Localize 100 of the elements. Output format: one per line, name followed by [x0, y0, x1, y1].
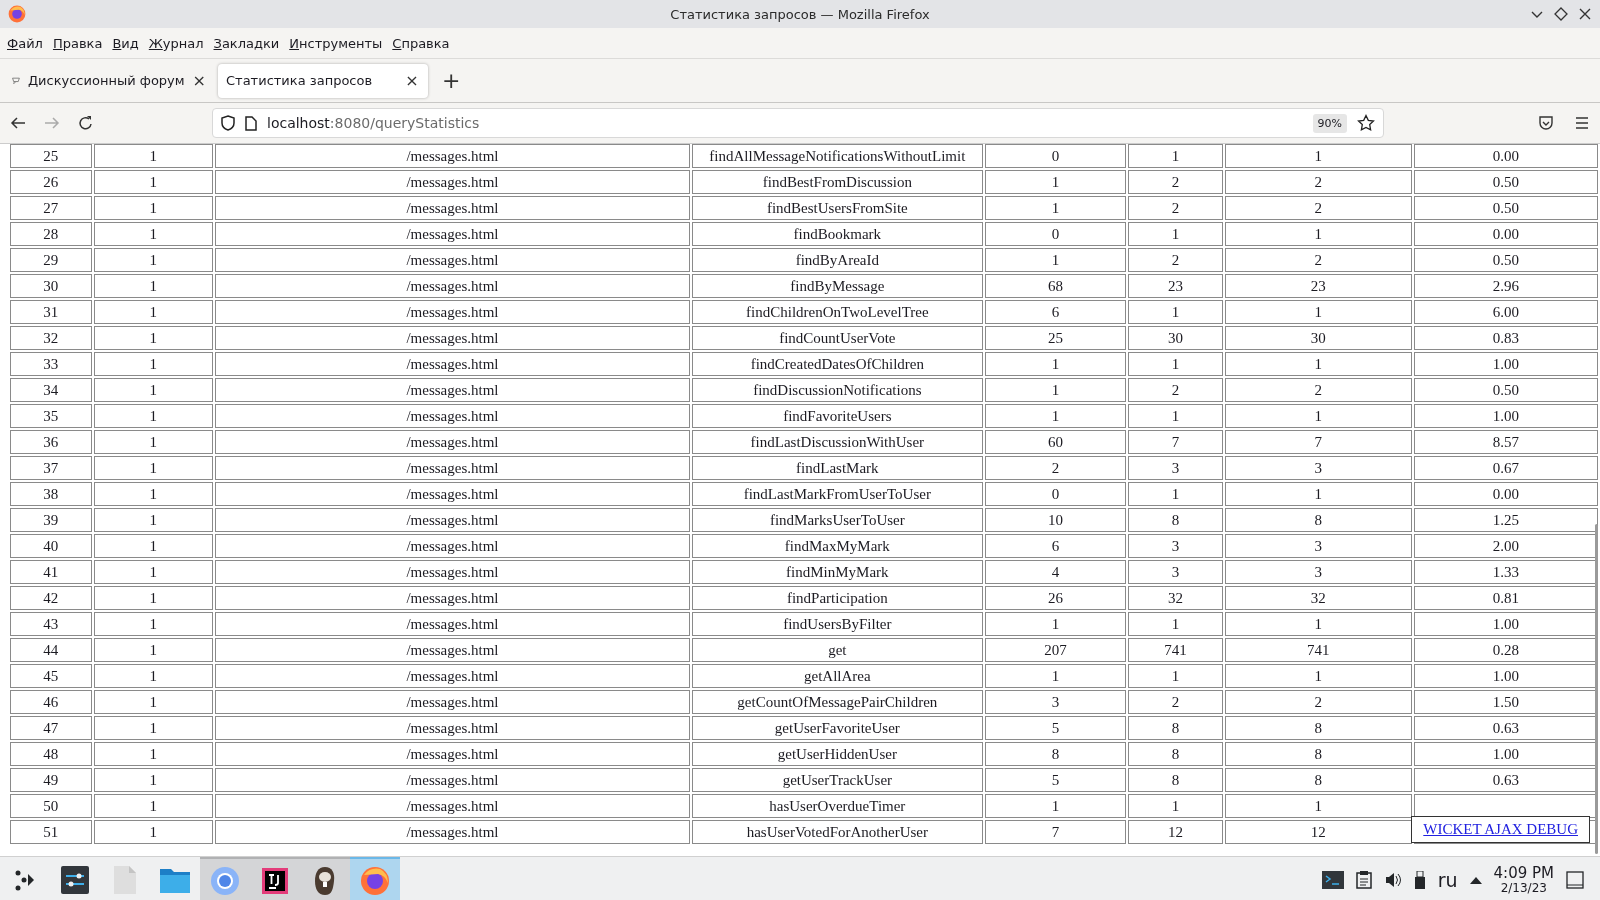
- table-cell: 1: [1224, 404, 1412, 428]
- table-cell: 5: [984, 716, 1127, 740]
- browser-tab[interactable]: Дискуссионный форум ×: [4, 63, 214, 98]
- table-cell: 0.63: [1413, 768, 1598, 792]
- table-cell: 1: [93, 352, 214, 376]
- table-cell: findDiscussionNotifications: [691, 378, 983, 402]
- table-cell: 29: [10, 248, 92, 272]
- table-cell: 3: [1128, 534, 1223, 558]
- table-cell: 1: [1224, 300, 1412, 324]
- table-cell: /messages.html: [215, 326, 690, 350]
- table-cell: 1: [1128, 794, 1223, 818]
- menu-item[interactable]: Справка: [387, 35, 455, 51]
- browser-icon[interactable]: [210, 866, 240, 896]
- table-cell: 1: [1128, 612, 1223, 636]
- table-cell: getAllArea: [691, 664, 983, 688]
- table-cell: /messages.html: [215, 430, 690, 454]
- table-cell: 7: [1224, 430, 1412, 454]
- table-cell: /messages.html: [215, 638, 690, 662]
- folder-icon[interactable]: [160, 867, 190, 893]
- table-cell: 1: [93, 664, 214, 688]
- table-cell: /messages.html: [215, 534, 690, 558]
- table-cell: 1: [1128, 664, 1223, 688]
- table-cell: findAllMessageNotificationsWithoutLimit: [691, 144, 983, 168]
- menu-item[interactable]: Файл: [2, 35, 48, 51]
- table-cell: /messages.html: [215, 664, 690, 688]
- zoom-level[interactable]: 90%: [1312, 113, 1347, 133]
- terminal-icon[interactable]: [1321, 871, 1344, 889]
- table-cell: 6.00: [1413, 300, 1598, 324]
- close-tab-button[interactable]: ×: [404, 71, 420, 90]
- shield-icon[interactable]: [221, 115, 235, 131]
- table-cell: /messages.html: [215, 586, 690, 610]
- ide-icon[interactable]: [262, 868, 288, 894]
- table-cell: 1.00: [1413, 612, 1598, 636]
- reload-icon[interactable]: [78, 115, 94, 131]
- table-cell: 31: [10, 300, 92, 324]
- table-cell: findByAreaId: [691, 248, 983, 272]
- table-cell: 1: [93, 586, 214, 610]
- close-tab-button[interactable]: ×: [192, 71, 206, 90]
- scrollbar[interactable]: [1595, 524, 1598, 854]
- table-cell: 28: [10, 222, 92, 246]
- maximize-icon[interactable]: [1554, 7, 1568, 21]
- table-cell: 2.00: [1413, 534, 1598, 558]
- taskbar-button[interactable]: [300, 857, 350, 900]
- new-tab-button[interactable]: +: [432, 68, 471, 93]
- menu-item[interactable]: Журнал: [143, 35, 209, 51]
- table-cell: 1: [93, 404, 214, 428]
- table-cell: 1: [93, 638, 214, 662]
- settings-icon[interactable]: [61, 866, 89, 894]
- table-cell: 4: [984, 560, 1127, 584]
- usb-drive-icon[interactable]: [1413, 871, 1426, 889]
- table-cell: 1: [984, 378, 1127, 402]
- menu-item[interactable]: Закладки: [208, 35, 285, 51]
- table-cell: /messages.html: [215, 690, 690, 714]
- caret-icon[interactable]: [1469, 876, 1482, 884]
- star-icon[interactable]: [1357, 114, 1375, 132]
- address-bar[interactable]: localhost:8080/queryStatistics 90%: [212, 108, 1384, 138]
- table-cell: 1: [1224, 144, 1412, 168]
- clock-date[interactable]: 2/13/23: [1500, 881, 1547, 895]
- table-cell: findBestUsersFromSite: [691, 196, 983, 220]
- menu-icon[interactable]: [1574, 115, 1590, 131]
- show-desktop-icon[interactable]: [1566, 871, 1584, 889]
- menu-item[interactable]: Вид: [107, 35, 144, 51]
- keyboard-layout[interactable]: ru: [1437, 869, 1458, 891]
- firefox-icon[interactable]: [360, 866, 390, 896]
- table-cell: 2: [1224, 248, 1412, 272]
- table-cell: 1: [984, 196, 1127, 220]
- table-cell: findUsersByFilter: [691, 612, 983, 636]
- clock-time[interactable]: 4:09 PM: [1493, 865, 1554, 882]
- table-cell: 27: [10, 196, 92, 220]
- table-cell: 23: [1224, 274, 1412, 298]
- table-cell: 1.50: [1413, 690, 1598, 714]
- table-cell: 2: [984, 456, 1127, 480]
- table-cell: 1: [93, 534, 214, 558]
- table-cell: 8: [1128, 716, 1223, 740]
- table-cell: 30: [1128, 326, 1223, 350]
- table-cell: 3: [984, 690, 1127, 714]
- browser-tab[interactable]: Статистика запросов ×: [218, 63, 428, 98]
- table-cell: 8: [1224, 508, 1412, 532]
- menu-item[interactable]: Инструменты: [284, 35, 388, 51]
- table-cell: 1: [1224, 612, 1412, 636]
- speaker-icon[interactable]: [1383, 871, 1402, 889]
- table-cell: 25: [10, 144, 92, 168]
- table-cell: 1.25: [1413, 508, 1598, 532]
- table-cell: /messages.html: [215, 768, 690, 792]
- clipboard-icon[interactable]: [1355, 871, 1372, 889]
- table-cell: 2: [1224, 196, 1412, 220]
- launcher-icon[interactable]: [13, 868, 37, 892]
- table-cell: /messages.html: [215, 222, 690, 246]
- table-cell: findLastMarkFromUserToUser: [691, 482, 983, 506]
- table-cell: 1: [984, 352, 1127, 376]
- table-cell: 1: [1224, 664, 1412, 688]
- table-cell: findBookmark: [691, 222, 983, 246]
- table-cell: 51: [10, 820, 92, 844]
- table-cell: 741: [1224, 638, 1412, 662]
- close-icon[interactable]: [1578, 7, 1592, 21]
- pocket-icon[interactable]: [1538, 115, 1554, 131]
- debug-link[interactable]: WICKET AJAX DEBUG: [1411, 816, 1590, 843]
- menu-item[interactable]: Правка: [47, 35, 108, 51]
- back-icon[interactable]: [10, 115, 26, 131]
- table-cell: get: [691, 638, 983, 662]
